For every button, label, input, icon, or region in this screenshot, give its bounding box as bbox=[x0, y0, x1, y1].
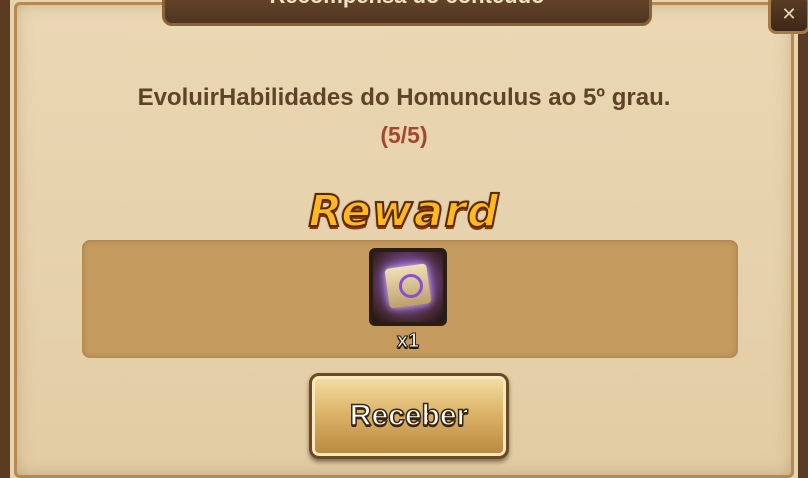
receive-button[interactable]: Receber bbox=[309, 373, 509, 459]
receive-button-label: Receber bbox=[349, 398, 469, 433]
scroll-rune-glyph bbox=[399, 274, 423, 298]
reward-heading: Reward bbox=[307, 185, 500, 238]
close-icon: ✕ bbox=[781, 4, 797, 24]
dialog-title-tab: Recompensa do conteúdo bbox=[162, 0, 652, 26]
dialog-title: Recompensa do conteúdo bbox=[165, 0, 649, 9]
mission-description: EvoluirHabilidades do Homunculus ao 5º g… bbox=[137, 84, 671, 111]
close-button[interactable]: ✕ bbox=[768, 0, 808, 34]
enchant-scroll-icon[interactable] bbox=[369, 248, 447, 326]
reward-item-quantity: x1 bbox=[396, 330, 420, 353]
mission-progress: (5/5) bbox=[380, 122, 428, 148]
